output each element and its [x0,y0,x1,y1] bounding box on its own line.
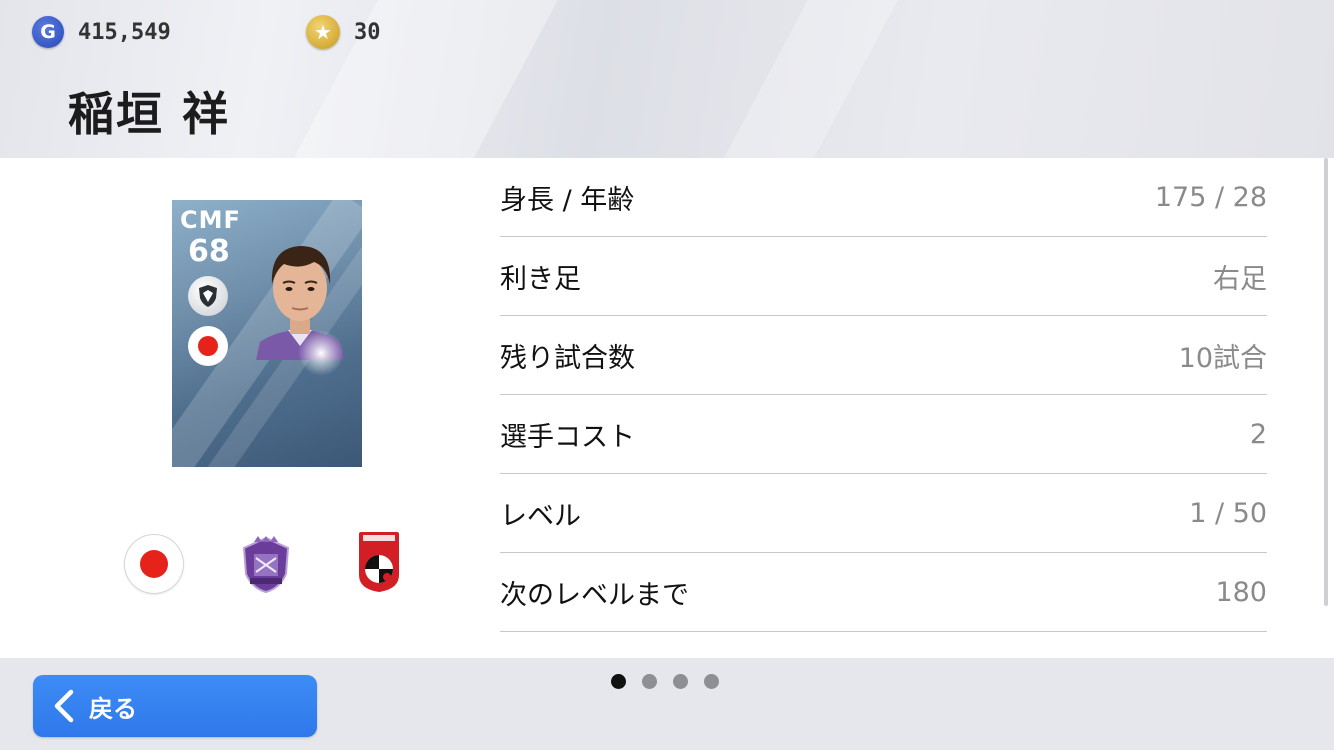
league-logo-icon[interactable] [357,531,401,593]
stat-value: 右足 [1213,263,1267,295]
stat-label: 残り試合数 [500,342,635,374]
club-crest-icon[interactable] [240,534,292,594]
stat-label: 利き足 [500,263,581,295]
coin-star-icon: ★ [306,15,340,49]
back-button-label: 戻る [89,694,137,723]
japan-flag-icon[interactable] [125,535,183,593]
gp-value: 415,549 [78,19,171,45]
gp-counter[interactable]: G 415,549 [32,14,171,50]
page-dot-4[interactable] [704,674,719,689]
stat-label: レベル [500,500,581,532]
stat-value: 1 / 50 [1189,497,1267,529]
gp-icon: G [32,16,64,48]
page-dot-2[interactable] [642,674,657,689]
header-sheen [690,0,920,158]
back-button[interactable]: 戻る [33,675,317,737]
stat-value: 10試合 [1178,342,1267,374]
scrollbar[interactable] [1324,158,1328,606]
stats-list: 身長 / 年齢 175 / 28 利き足 右足 残り試合数 10試合 選手コスト… [500,158,1267,632]
coin-value: 30 [354,19,381,45]
stat-row-height-age: 身長 / 年齢 175 / 28 [500,158,1267,237]
chevron-left-icon [54,689,74,723]
team-shield-icon [188,276,228,316]
stat-value: 180 [1215,576,1267,608]
stat-row-player-cost: 選手コスト 2 [500,395,1267,474]
stat-row-foot: 利き足 右足 [500,237,1267,316]
stat-value: 2 [1249,418,1267,450]
stat-label: 身長 / 年齢 [500,184,635,216]
coin-counter[interactable]: ★ 30 [306,14,381,50]
card-rating: 68 [188,234,230,269]
stat-row-remaining-matches: 残り試合数 10試合 [500,316,1267,395]
nationality-flag-icon [188,326,228,366]
page-dot-3[interactable] [673,674,688,689]
player-card[interactable]: CMF 68 [172,200,362,467]
stat-value: 175 / 28 [1154,181,1267,213]
stat-row-next-level: 次のレベルまで 180 [500,553,1267,632]
player-name: 稲垣 祥 [68,87,231,141]
page-dot-1[interactable] [611,674,626,689]
stat-label: 選手コスト [500,421,635,453]
page-indicator [611,674,735,689]
stat-row-level: レベル 1 / 50 [500,474,1267,553]
stat-label: 次のレベルまで [500,579,689,611]
card-position: CMF [180,206,241,234]
card-flare [298,330,344,376]
